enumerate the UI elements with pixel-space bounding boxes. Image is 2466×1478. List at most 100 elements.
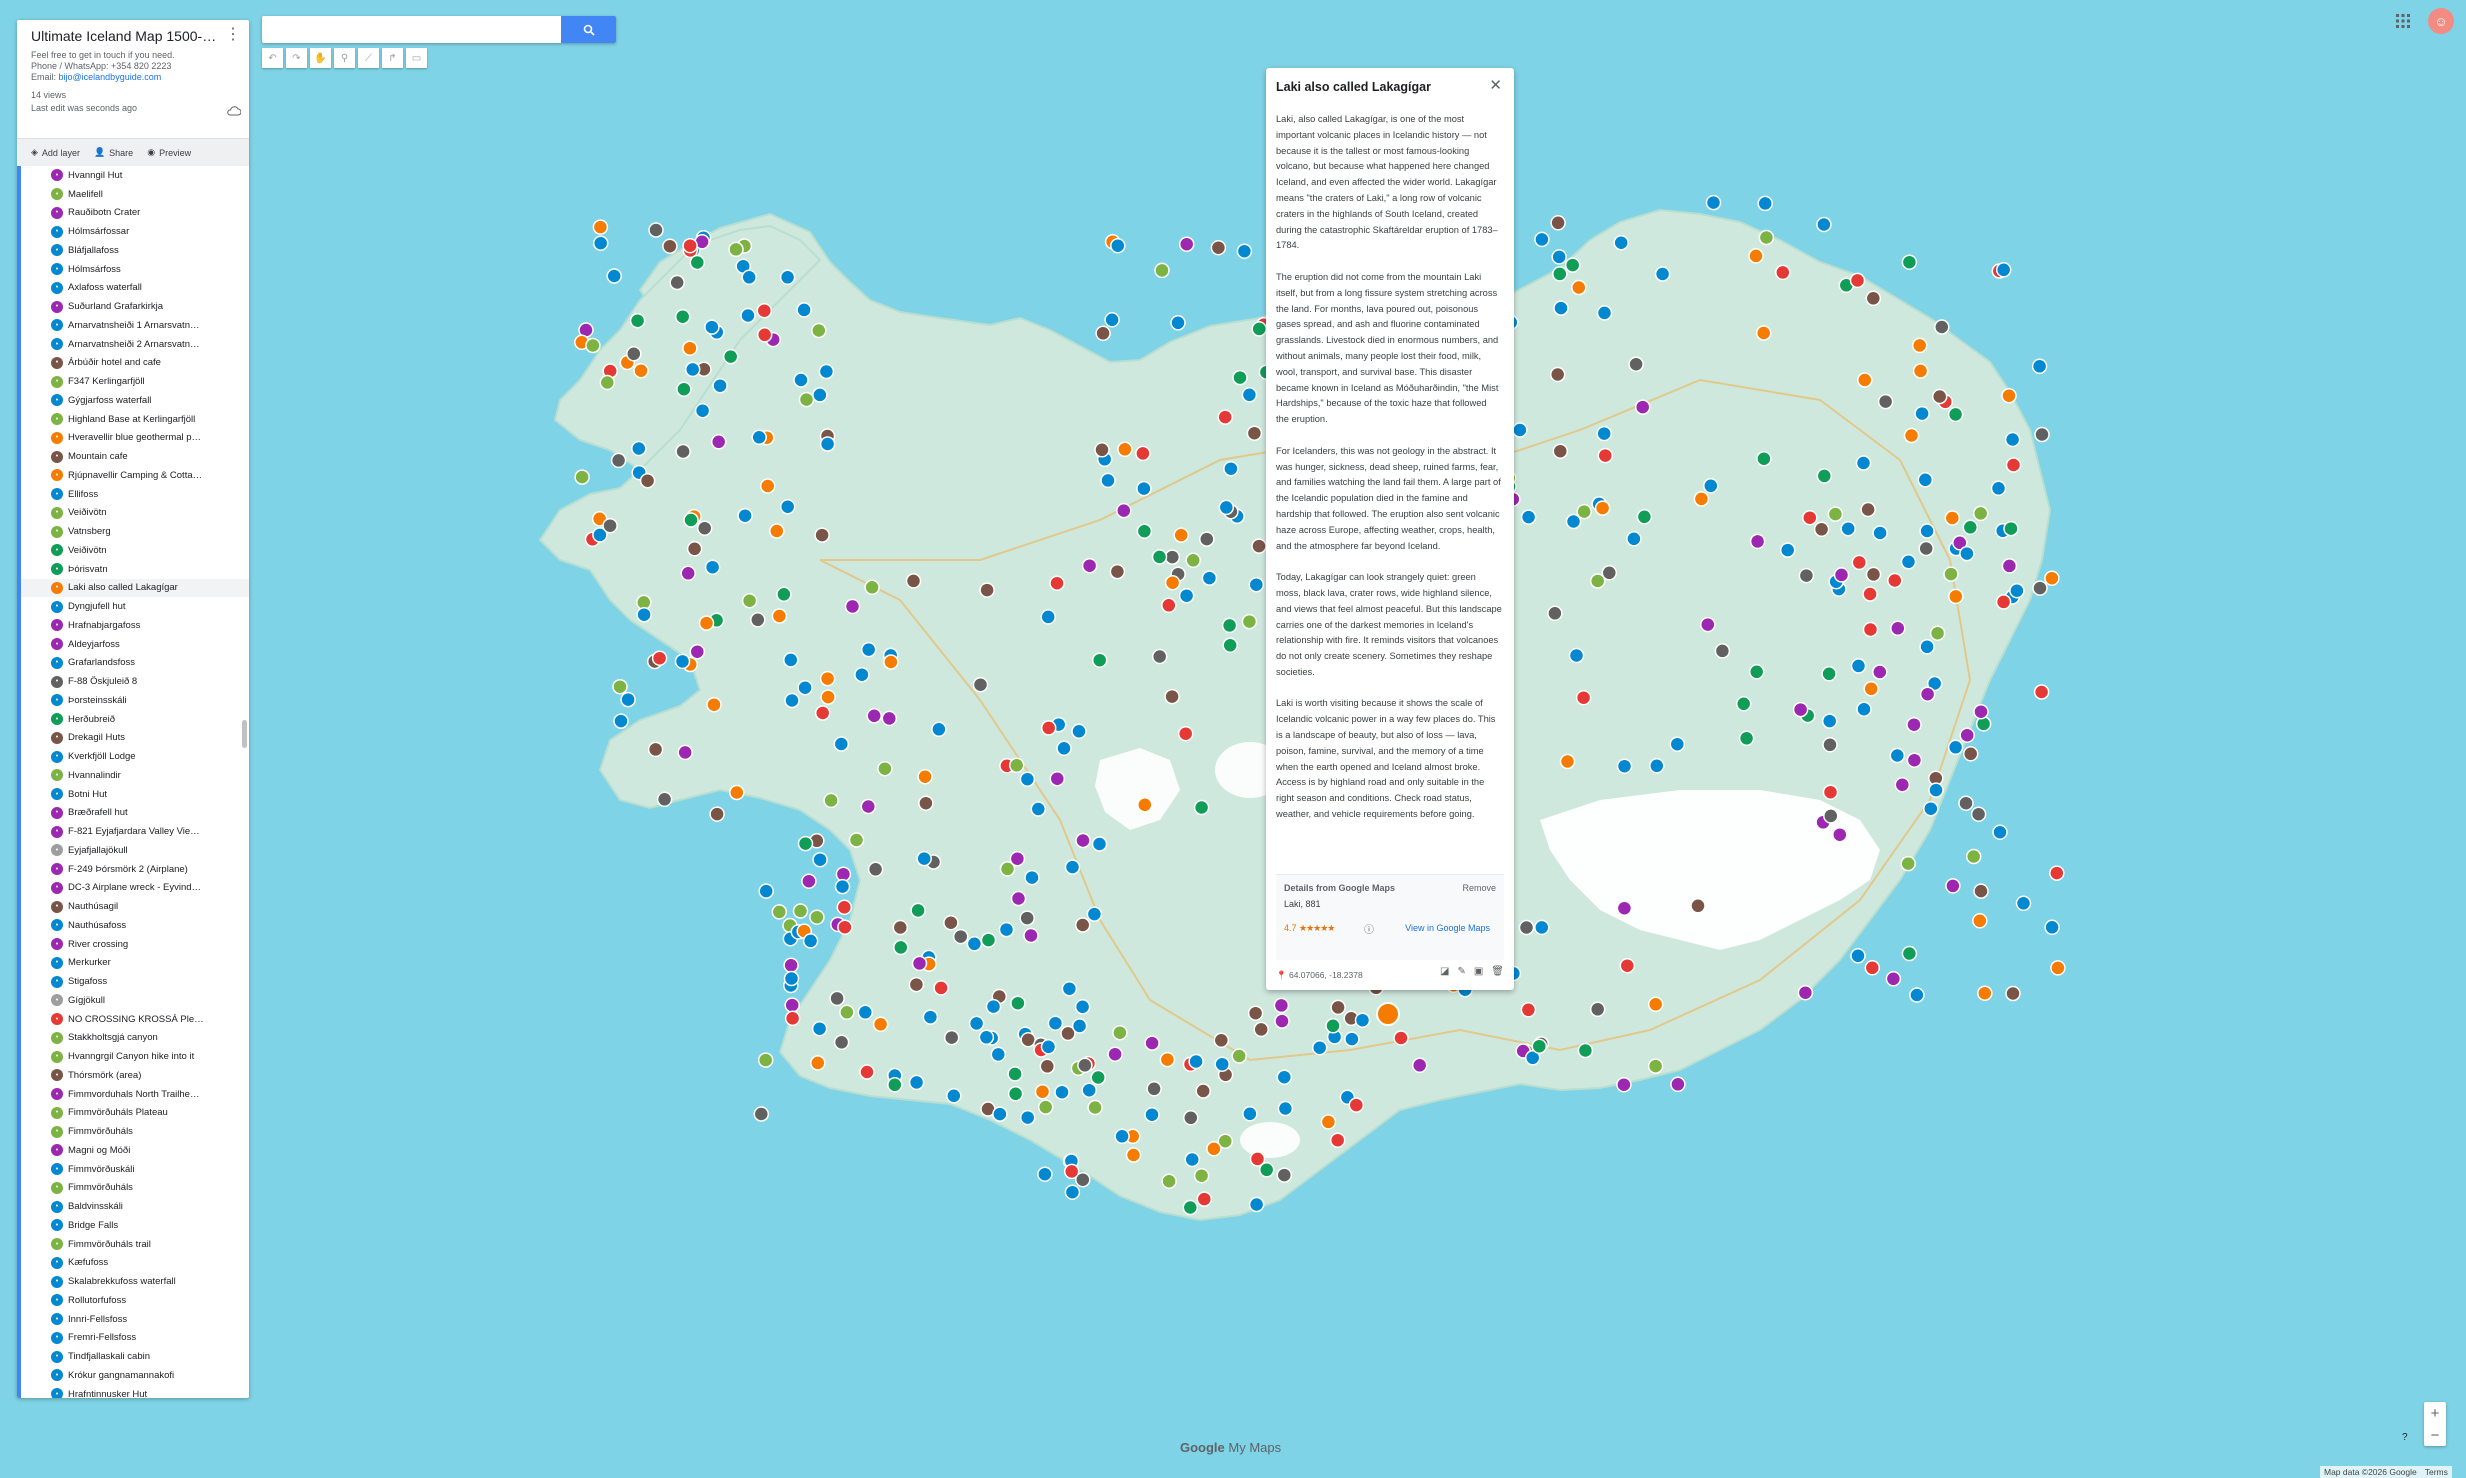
map-marker[interactable]: [797, 835, 814, 852]
map-marker[interactable]: [750, 612, 766, 628]
map-marker[interactable]: [1185, 552, 1201, 569]
map-marker[interactable]: [1865, 566, 1882, 583]
map-marker[interactable]: [1792, 701, 1809, 718]
map-marker[interactable]: [819, 670, 836, 687]
map-marker[interactable]: [756, 327, 773, 343]
map-marker[interactable]: [1571, 279, 1587, 296]
map-marker[interactable]: [1918, 540, 1934, 557]
map-marker[interactable]: [1823, 808, 1839, 824]
map-marker[interactable]: [1311, 1039, 1328, 1056]
map-marker[interactable]: [1040, 609, 1056, 625]
map-marker[interactable]: [2001, 558, 2018, 574]
map-marker[interactable]: [1164, 574, 1181, 591]
map-marker[interactable]: [1201, 570, 1218, 586]
list-item[interactable]: • Fimmvörðuháls: [21, 1179, 249, 1198]
map-marker[interactable]: [887, 1077, 903, 1093]
map-marker[interactable]: [1559, 753, 1576, 770]
preview-button[interactable]: ◉ Preview: [147, 147, 191, 158]
map-marker[interactable]: [1775, 264, 1791, 281]
map-marker[interactable]: [952, 928, 969, 945]
directions-icon[interactable]: ↱: [382, 48, 403, 68]
list-item[interactable]: • Kverkfjöll Lodge: [21, 747, 249, 766]
map-marker[interactable]: [1034, 1083, 1051, 1100]
map-marker[interactable]: [1947, 406, 1964, 423]
map-marker[interactable]: [574, 469, 590, 485]
map-marker[interactable]: [1944, 510, 1961, 526]
map-marker[interactable]: [1714, 643, 1731, 659]
map-marker[interactable]: [1276, 1069, 1293, 1085]
map-marker[interactable]: [606, 268, 622, 284]
map-marker[interactable]: [892, 919, 909, 936]
map-marker[interactable]: [796, 302, 812, 318]
map-marker[interactable]: [1182, 1199, 1199, 1216]
list-item[interactable]: • F-249 Þórsmörk 2 (Airplane): [21, 860, 249, 879]
map-marker[interactable]: [1850, 948, 1866, 964]
map-marker[interactable]: [1081, 557, 1098, 574]
map-marker[interactable]: [1030, 801, 1047, 817]
map-marker[interactable]: [1813, 521, 1830, 538]
map-marker[interactable]: [1125, 1147, 1142, 1163]
map-marker[interactable]: [797, 679, 813, 696]
map-marker[interactable]: [998, 921, 1015, 938]
map-marker[interactable]: [1151, 549, 1168, 565]
list-item[interactable]: • Hrafntinnusker Hut: [21, 1385, 249, 1398]
map-marker[interactable]: [2033, 684, 2050, 700]
map-marker[interactable]: [753, 1106, 770, 1122]
list-item[interactable]: • Fimmvörðuháls: [21, 1122, 249, 1141]
map-marker[interactable]: [1231, 1048, 1247, 1064]
map-marker[interactable]: [1074, 999, 1091, 1015]
map-marker[interactable]: [759, 478, 776, 494]
map-marker[interactable]: [837, 919, 853, 935]
map-marker[interactable]: [1273, 997, 1290, 1014]
map-marker[interactable]: [704, 559, 721, 575]
list-item[interactable]: • Herðubreið: [21, 710, 249, 729]
map-marker[interactable]: [1063, 1163, 1080, 1180]
map-marker[interactable]: [1972, 913, 1988, 929]
map-marker[interactable]: [1274, 1013, 1290, 1029]
map-marker[interactable]: [2032, 580, 2048, 596]
map-marker[interactable]: [1596, 425, 1612, 442]
map-marker[interactable]: [756, 302, 773, 319]
zoom-in-button[interactable]: +: [2424, 1402, 2446, 1424]
map-marker[interactable]: [1074, 917, 1091, 933]
list-item[interactable]: • Stakkholtsgjá canyon: [21, 1029, 249, 1048]
list-item[interactable]: • Fimmvörðuháls trail: [21, 1235, 249, 1254]
list-item[interactable]: • Laki also called Lakagígar: [21, 578, 249, 598]
map-marker[interactable]: [1064, 859, 1081, 875]
map-marker[interactable]: [943, 914, 959, 931]
map-marker[interactable]: [1520, 509, 1537, 525]
list-item[interactable]: • Arnarvatnsheiði 1 Arnarsvatn…: [21, 316, 249, 335]
map-marker[interactable]: [809, 909, 825, 925]
map-marker[interactable]: [1832, 826, 1848, 843]
list-item[interactable]: • Hvannalindir: [21, 766, 249, 785]
map-marker[interactable]: [1654, 266, 1671, 282]
list-item[interactable]: • Fimmvörðuskáli: [21, 1160, 249, 1179]
map-marker[interactable]: [1992, 824, 2008, 840]
map-marker[interactable]: [1159, 1051, 1176, 1068]
map-marker[interactable]: [1923, 800, 1939, 817]
map-marker[interactable]: [1822, 784, 1839, 800]
map-marker[interactable]: [968, 1015, 985, 1032]
map-marker[interactable]: [1862, 586, 1878, 602]
map-marker[interactable]: [1855, 455, 1872, 471]
map-marker[interactable]: [1024, 869, 1040, 886]
map-marker[interactable]: [1221, 617, 1238, 634]
map-marker[interactable]: [1183, 1110, 1199, 1126]
map-marker[interactable]: [2001, 387, 2017, 404]
map-marker[interactable]: [779, 498, 796, 515]
list-item[interactable]: • Hvanngrgil Canyon hike into it: [21, 1047, 249, 1066]
map-marker[interactable]: [1247, 1005, 1264, 1021]
close-icon[interactable]: ✕: [1489, 76, 1502, 94]
map-marker[interactable]: [1232, 369, 1248, 386]
map-marker[interactable]: [1214, 1056, 1230, 1072]
map-marker[interactable]: [1242, 1106, 1258, 1122]
map-canvas[interactable]: [0, 0, 2466, 1478]
map-marker[interactable]: [1114, 1128, 1130, 1145]
map-marker[interactable]: [784, 997, 800, 1013]
map-marker[interactable]: [674, 308, 691, 325]
map-marker[interactable]: [1193, 1167, 1210, 1184]
list-item[interactable]: • Árbúðir hotel and cafe: [21, 354, 249, 373]
map-marker[interactable]: [1218, 499, 1235, 516]
list-item[interactable]: • Hólmsárfossar: [21, 222, 249, 241]
map-marker[interactable]: [829, 990, 845, 1007]
